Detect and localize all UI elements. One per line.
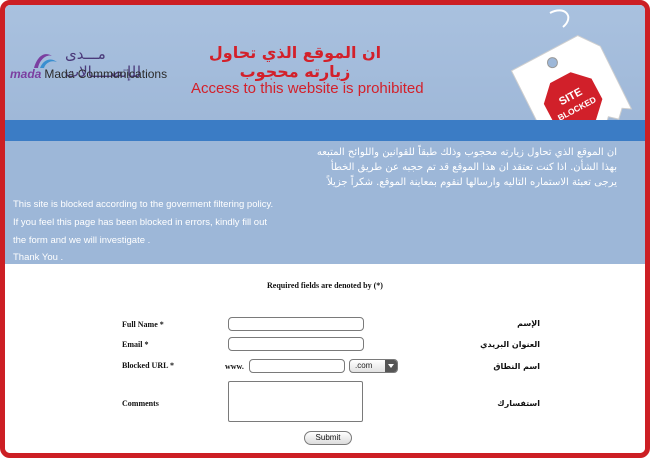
- logo-english: mada Mada Communications: [10, 67, 167, 81]
- accent-bar: [5, 120, 645, 141]
- email-label: Email *: [122, 340, 149, 349]
- title-arabic: ان الموقع الذي تحاول زيارته محجوب: [208, 43, 382, 81]
- title-english: Access to this website is prohibited: [191, 80, 424, 97]
- blocked-url-label-arabic: اسم النطاق: [493, 362, 540, 371]
- tld-select-value: .com: [355, 361, 373, 370]
- message-english-line-1: This site is blocked according to the go…: [13, 199, 274, 210]
- page-frame: مـــدى للإتصــــالات mada Mada Communicat…: [0, 0, 650, 458]
- comments-textarea[interactable]: [228, 381, 363, 422]
- message-arabic-line-1: ان الموقع الذي تحاول زيارته محجوب وذلك ط…: [316, 147, 617, 158]
- chevron-down-icon: [385, 360, 397, 372]
- full-name-label: Full Name *: [122, 320, 164, 329]
- email-label-arabic: العنوان البريدي: [480, 340, 540, 349]
- submit-button[interactable]: Submit: [304, 431, 352, 445]
- message-english-line-3: the form and we will investigate .: [13, 235, 151, 246]
- report-form: Required fields are denoted by (*) Full …: [5, 264, 645, 453]
- comments-label: Comments: [122, 399, 159, 408]
- message-arabic-line-2: بهذا الشأن. اذا كنت تعتقد ان هذا الموقع …: [330, 162, 617, 173]
- message-panel: ان الموقع الذي تحاول زيارته محجوب وذلك ط…: [5, 141, 645, 264]
- message-english-line-2: If you feel this page has been blocked i…: [13, 217, 268, 228]
- required-note: Required fields are denoted by (*): [267, 281, 383, 290]
- email-input[interactable]: [228, 337, 364, 351]
- message-arabic-line-3: يرجى تعبئة الاستماره التاليه وارسالها لن…: [327, 177, 617, 188]
- mada-logo: مـــدى للإتصــــالات mada Mada Communicat…: [10, 45, 180, 90]
- logo-name: Mada Communications: [44, 67, 168, 81]
- full-name-input[interactable]: [228, 317, 364, 331]
- blocked-url-input[interactable]: [249, 359, 345, 373]
- message-english-line-4: Thank You .: [13, 252, 64, 263]
- comments-label-arabic: استفسارك: [497, 399, 540, 408]
- url-prefix: www.: [225, 362, 244, 371]
- full-name-label-arabic: الإسم: [517, 319, 540, 328]
- tld-select[interactable]: .com: [349, 359, 398, 373]
- blocked-url-label: Blocked URL *: [122, 361, 175, 370]
- logo-brand: mada: [10, 67, 42, 81]
